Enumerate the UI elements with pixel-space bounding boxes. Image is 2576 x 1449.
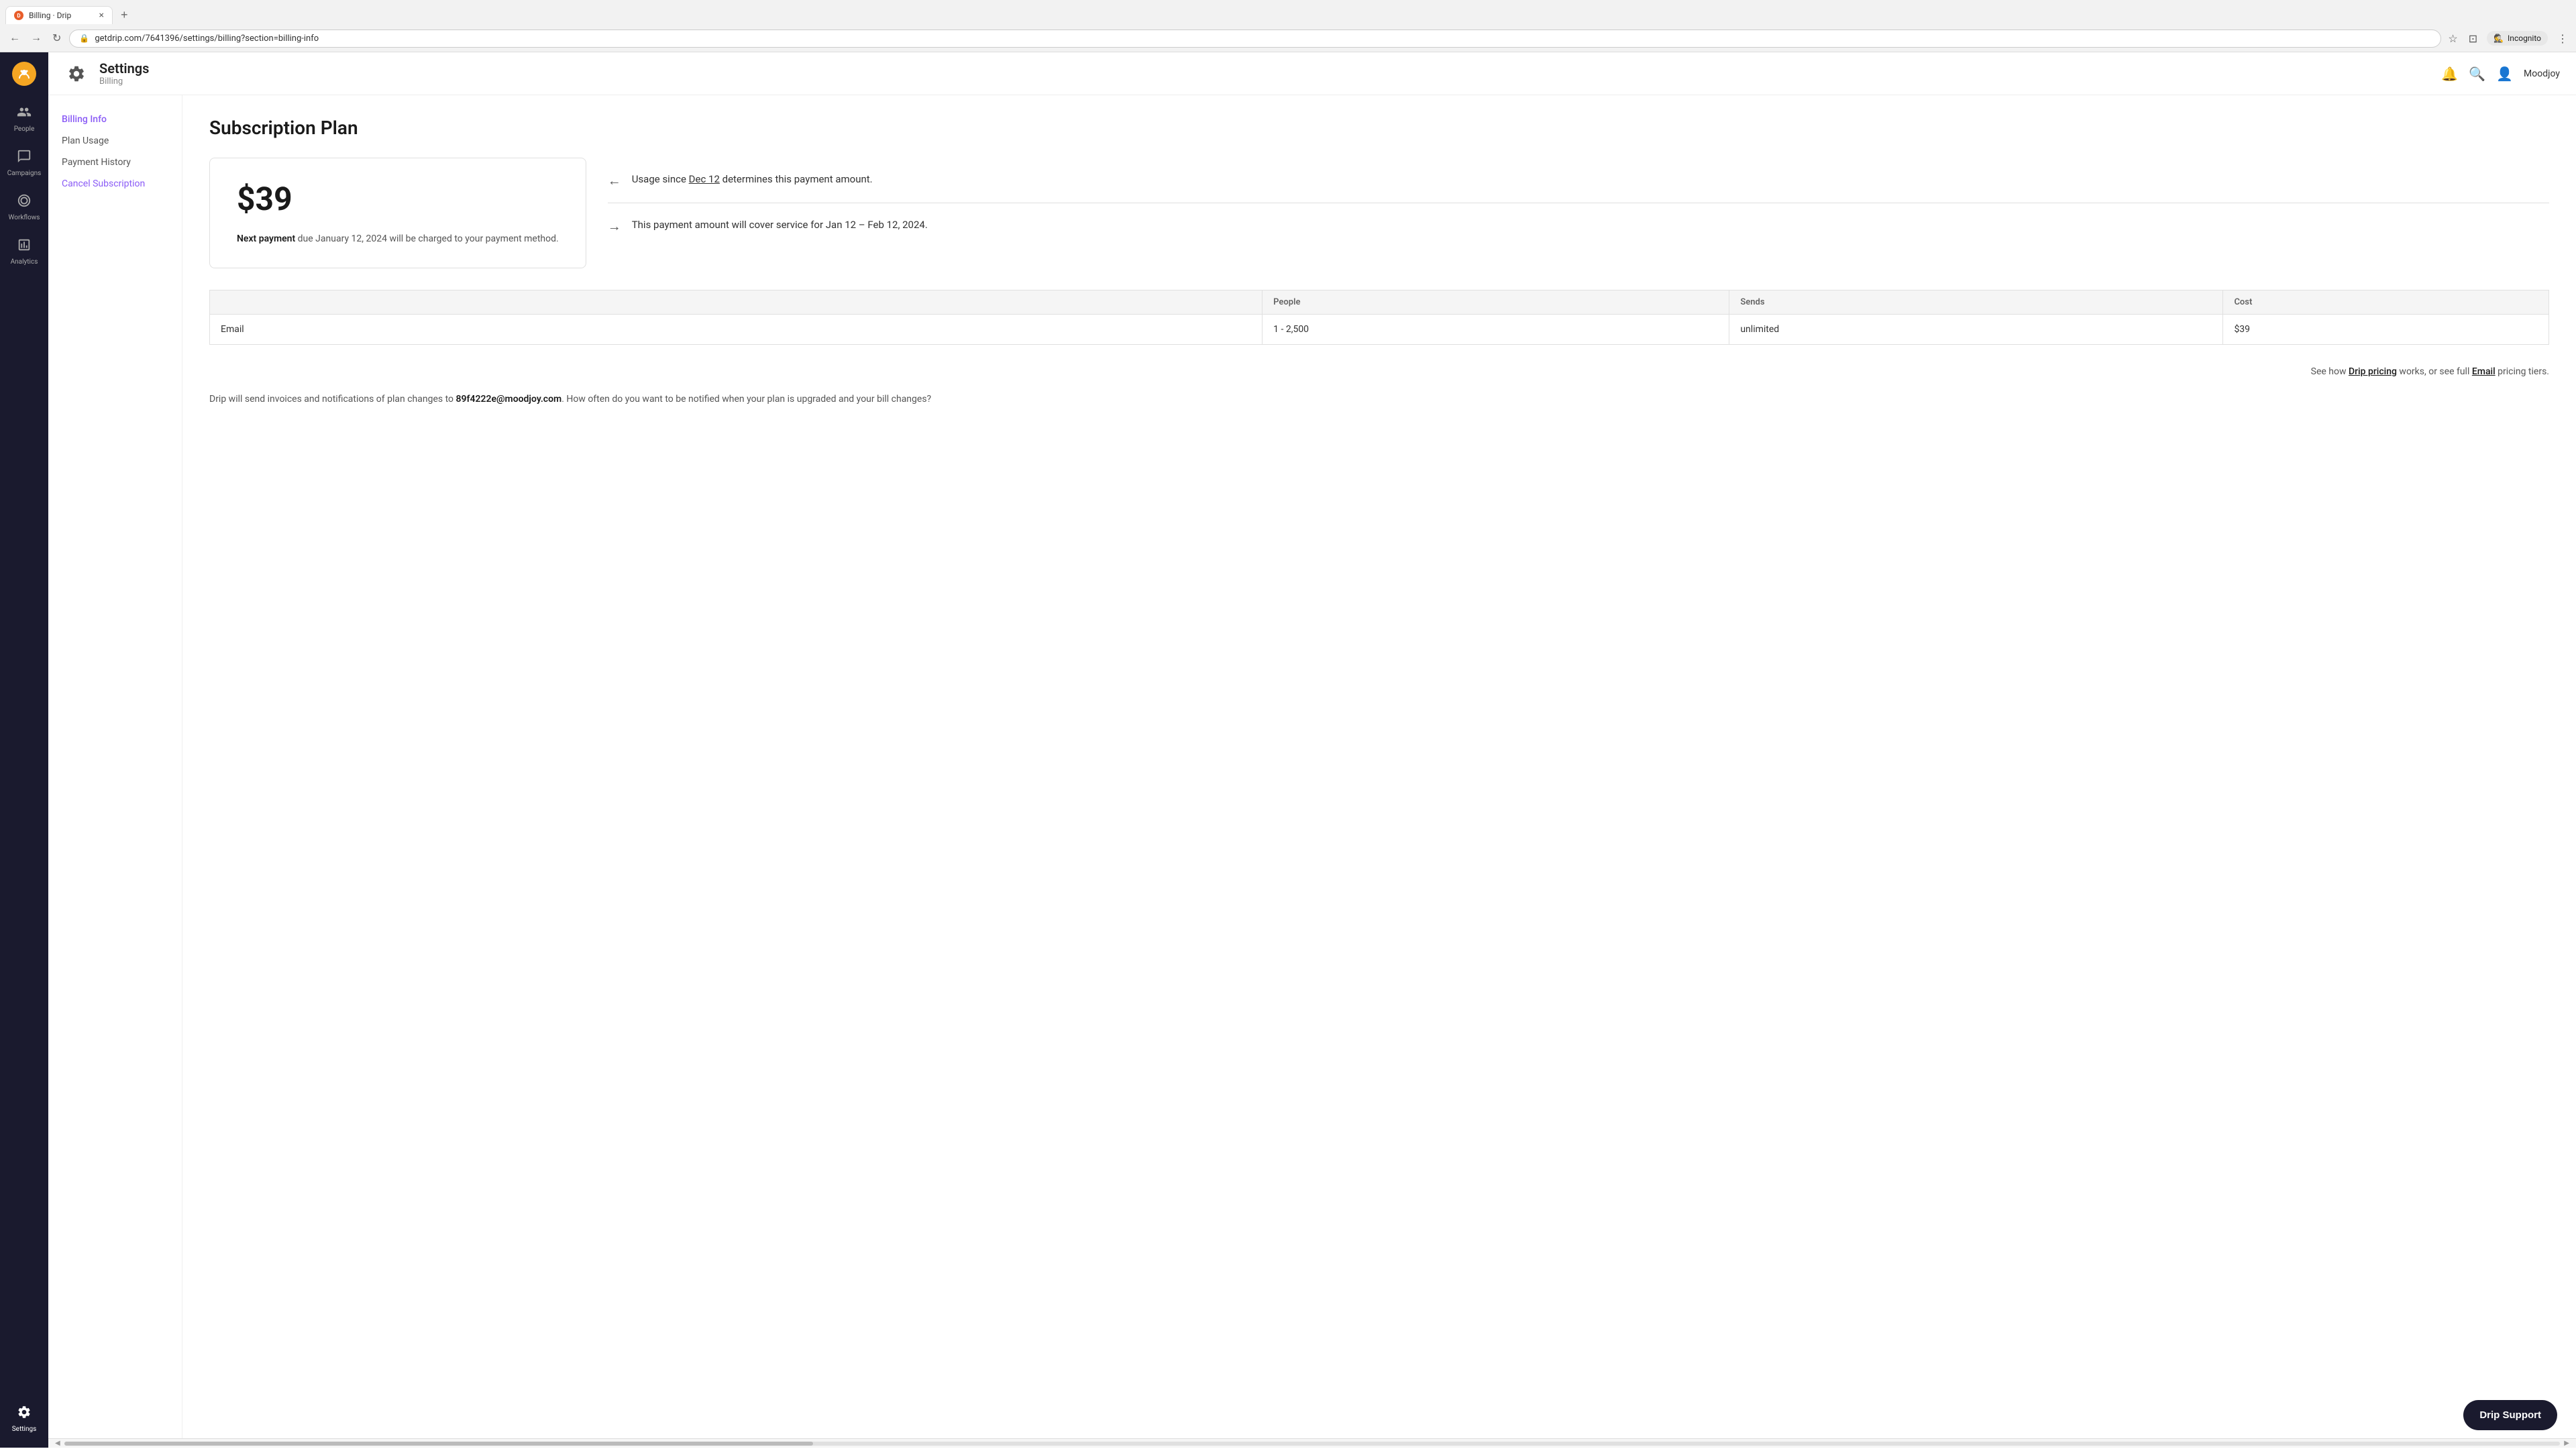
price-card: $39 Next payment due January 12, 2024 wi…: [209, 158, 586, 268]
sidebar-item-campaigns[interactable]: Campaigns: [3, 142, 46, 184]
right-arrow-icon: →: [608, 218, 621, 235]
scroll-right-arrow[interactable]: ▶: [2560, 1438, 2573, 1448]
scroll-thumb[interactable]: [64, 1442, 813, 1446]
scroll-track[interactable]: [64, 1442, 2561, 1446]
table-header-type: [210, 290, 1263, 315]
table-header-row: People Sends Cost: [210, 290, 2549, 315]
forward-button[interactable]: →: [28, 30, 44, 47]
horizontal-scrollbar[interactable]: ◀ ▶: [48, 1438, 2576, 1448]
billing-table: People Sends Cost Email 1 - 2,500 unlimi…: [209, 290, 2549, 345]
body-area: Billing Info Plan Usage Payment History …: [48, 95, 2576, 1438]
analytics-icon: [17, 237, 32, 256]
address-bar[interactable]: 🔒 getdrip.com/7641396/settings/billing?s…: [69, 30, 2441, 48]
app-logo[interactable]: [11, 60, 38, 87]
table-header-sends: Sends: [1729, 290, 2223, 315]
table-cell-sends: unlimited: [1729, 315, 2223, 345]
workflows-label: Workflows: [9, 214, 40, 221]
campaigns-label: Campaigns: [7, 170, 42, 177]
notification-icon[interactable]: 🔔: [2441, 66, 2458, 82]
user-avatar-icon[interactable]: 👤: [2496, 66, 2513, 82]
table-cell-type: Email: [210, 315, 1263, 345]
info-panel-coverage: → This payment amount will cover service…: [608, 203, 2549, 248]
people-icon: [17, 105, 32, 123]
settings-label: Settings: [12, 1426, 37, 1433]
info-panels: ← Usage since Dec 12 determines this pay…: [608, 158, 2549, 248]
table-header-people: People: [1263, 290, 1729, 315]
nav-cancel-subscription[interactable]: Cancel Subscription: [48, 173, 182, 195]
header-title-block: Settings Billing: [99, 60, 2430, 87]
nav-payment-history[interactable]: Payment History: [48, 152, 182, 173]
top-header: Settings Billing 🔔 🔍 👤 Moodjoy: [48, 52, 2576, 95]
back-button[interactable]: ←: [7, 30, 23, 47]
user-name[interactable]: Moodjoy: [2524, 68, 2560, 79]
invoice-footer-text: Drip will send invoices and notification…: [209, 392, 2549, 408]
table-header-cost: Cost: [2223, 290, 2549, 315]
new-tab-button[interactable]: +: [115, 5, 133, 25]
invoice-email: 89f4222e@moodjoy.com: [455, 394, 561, 405]
sidebar-item-settings[interactable]: Settings: [3, 1398, 46, 1440]
star-icon[interactable]: ☆: [2447, 31, 2459, 46]
cast-icon[interactable]: ⊡: [2467, 31, 2479, 46]
tab-favicon: D: [14, 11, 23, 20]
header-settings-icon: [64, 62, 89, 86]
search-icon[interactable]: 🔍: [2469, 66, 2485, 82]
table-cell-people: 1 - 2,500: [1263, 315, 1729, 345]
left-sidebar: People Campaigns Workflows: [0, 52, 48, 1448]
invoice-text-after: . How often do you want to be notified w…: [561, 394, 931, 405]
refresh-button[interactable]: ↻: [50, 29, 64, 48]
scroll-left-arrow[interactable]: ◀: [51, 1438, 64, 1448]
main-content: Settings Billing 🔔 🔍 👤 Moodjoy Billing I…: [48, 52, 2576, 1448]
address-bar-row: ← → ↻ 🔒 getdrip.com/7641396/settings/bil…: [0, 25, 2576, 52]
sidebar-item-people[interactable]: People: [3, 98, 46, 140]
info-panel-usage: ← Usage since Dec 12 determines this pay…: [608, 158, 2549, 203]
address-text: getdrip.com/7641396/settings/billing?sec…: [95, 34, 2431, 44]
next-payment-detail: due January 12, 2024 will be charged to …: [298, 233, 559, 244]
left-arrow-icon: ←: [608, 172, 621, 189]
tab-close-button[interactable]: ×: [99, 11, 104, 20]
analytics-label: Analytics: [11, 258, 38, 266]
tab-title: Billing · Drip: [29, 11, 94, 20]
browser-chrome: D Billing · Drip × + ← → ↻ 🔒 getdrip.com…: [0, 0, 2576, 52]
page-title: Subscription Plan: [209, 117, 2549, 139]
toolbar-icons: ☆ ⊡ 🕵 Incognito ⋮: [2447, 31, 2569, 46]
header-subtitle: Billing: [99, 76, 2430, 87]
workflows-icon: [17, 193, 32, 211]
menu-icon[interactable]: ⋮: [2556, 31, 2569, 46]
sidebar-item-analytics[interactable]: Analytics: [3, 231, 46, 272]
invoice-text-before: Drip will send invoices and notification…: [209, 394, 455, 405]
nav-billing-info[interactable]: Billing Info: [48, 109, 182, 130]
header-actions: 🔔 🔍 👤 Moodjoy: [2441, 66, 2560, 82]
coverage-info-text: This payment amount will cover service f…: [632, 217, 928, 233]
page-content: Subscription Plan $39 Next payment due J…: [182, 95, 2576, 1438]
settings-icon: [17, 1405, 32, 1423]
secondary-sidebar: Billing Info Plan Usage Payment History …: [48, 95, 182, 1438]
date-underline: Dec 12: [689, 173, 720, 185]
nav-plan-usage[interactable]: Plan Usage: [48, 130, 182, 152]
header-title: Settings: [99, 60, 2430, 76]
pricing-footer-text: See how Drip pricing works, or see full …: [209, 364, 2549, 380]
table-cell-cost: $39: [2223, 315, 2549, 345]
drip-support-button[interactable]: Drip Support: [2463, 1400, 2557, 1430]
usage-info-text: Usage since Dec 12 determines this payme…: [632, 171, 873, 187]
next-payment-label: Next payment: [237, 233, 295, 244]
email-pricing-link[interactable]: Email: [2472, 366, 2496, 377]
incognito-icon: 🕵: [2493, 34, 2504, 43]
drip-pricing-link[interactable]: Drip pricing: [2349, 366, 2397, 377]
people-label: People: [14, 125, 35, 133]
sidebar-item-workflows[interactable]: Workflows: [3, 186, 46, 228]
campaigns-icon: [17, 149, 32, 167]
lock-icon: 🔒: [79, 34, 89, 43]
incognito-label: Incognito: [2508, 34, 2541, 43]
table-row: Email 1 - 2,500 unlimited $39: [210, 315, 2549, 345]
app-container: People Campaigns Workflows: [0, 52, 2576, 1448]
logo-icon: [12, 62, 36, 86]
active-tab[interactable]: D Billing · Drip ×: [5, 6, 113, 24]
incognito-badge[interactable]: 🕵 Incognito: [2487, 31, 2548, 46]
price-amount: $39: [237, 180, 559, 218]
subscription-area: $39 Next payment due January 12, 2024 wi…: [209, 158, 2549, 268]
tab-bar: D Billing · Drip × +: [0, 0, 2576, 25]
next-payment-text: Next payment due January 12, 2024 will b…: [237, 231, 559, 246]
